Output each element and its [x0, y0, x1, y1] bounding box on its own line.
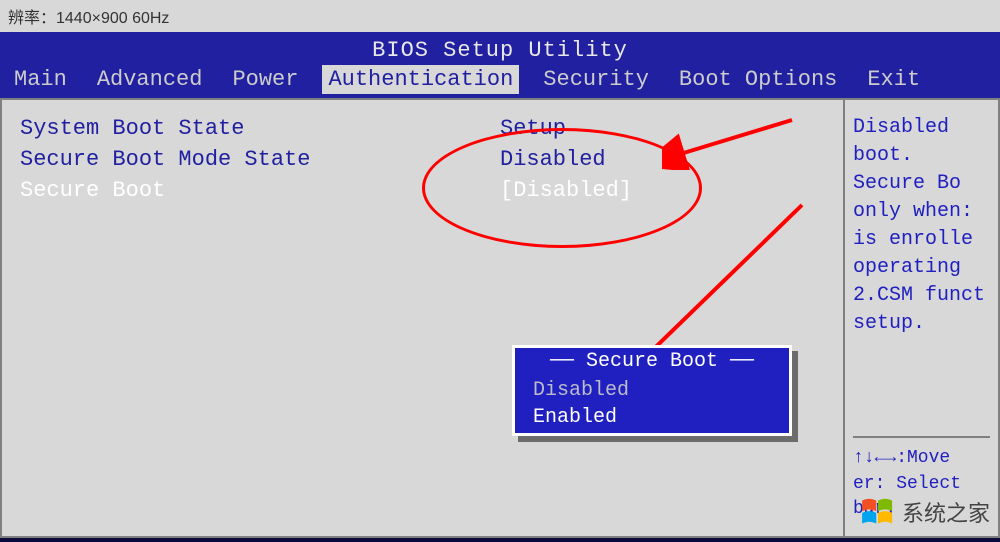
windows-flag-icon [860, 497, 896, 527]
bios-title: BIOS Setup Utility [0, 32, 1000, 65]
menu-security[interactable]: Security [537, 65, 655, 94]
setting-label: System Boot State [20, 114, 500, 145]
secure-boot-popup: ── Secure Boot ── Disabled Enabled [512, 345, 792, 436]
popup-option-disabled[interactable]: Disabled [517, 377, 787, 404]
menu-power[interactable]: Power [226, 65, 304, 94]
resolution-info: 辨率：1440×900 60Hz [0, 0, 1000, 32]
popup-option-enabled[interactable]: Enabled [517, 404, 787, 431]
help-panel: Disabled boot. Secure Bo only when: is e… [845, 98, 1000, 538]
setting-system-boot-state[interactable]: System Boot State Setup [20, 114, 825, 145]
watermark-text: 系统之家 [902, 496, 990, 528]
help-text: Disabled boot. Secure Bo only when: is e… [853, 114, 990, 436]
setting-secure-boot[interactable]: Secure Boot [Disabled] [20, 176, 825, 207]
setting-value: Disabled [500, 145, 606, 176]
main-panel: System Boot State Setup Secure Boot Mode… [0, 98, 845, 538]
setting-value: [Disabled] [500, 176, 632, 207]
menu-exit[interactable]: Exit [861, 65, 926, 94]
popup-title: ── Secure Boot ── [517, 348, 787, 375]
menu-authentication[interactable]: Authentication [322, 65, 519, 94]
menu-boot-options[interactable]: Boot Options [673, 65, 843, 94]
setting-label: Secure Boot [20, 176, 500, 207]
watermark: 系统之家 [860, 496, 990, 528]
setting-secure-boot-mode-state[interactable]: Secure Boot Mode State Disabled [20, 145, 825, 176]
setting-value: Setup [500, 114, 566, 145]
content-area: System Boot State Setup Secure Boot Mode… [0, 98, 1000, 538]
bios-screen: BIOS Setup Utility Main Advanced Power A… [0, 32, 1000, 542]
menu-main[interactable]: Main [8, 65, 73, 94]
menu-bar: Main Advanced Power Authentication Secur… [0, 65, 1000, 98]
menu-advanced[interactable]: Advanced [91, 65, 209, 94]
setting-label: Secure Boot Mode State [20, 145, 500, 176]
